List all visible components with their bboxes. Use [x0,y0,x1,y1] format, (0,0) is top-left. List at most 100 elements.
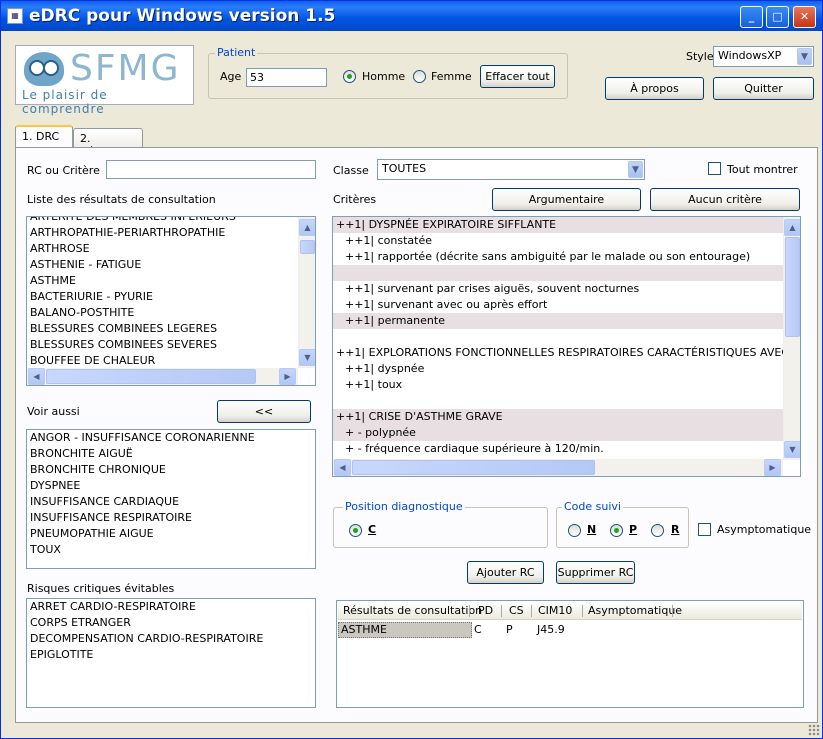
criterion-item[interactable]: ++1| survenant avec ou après effort [333,297,783,313]
col-cim10[interactable]: CIM10 [538,604,572,617]
scroll-thumb[interactable] [300,240,315,254]
list-item[interactable]: TOUX [27,542,315,558]
col-separator[interactable] [582,605,583,617]
criterion-item[interactable]: ++1| permanente [333,313,783,329]
code-p-radio[interactable] [610,524,623,537]
chevron-down-icon[interactable]: ▼ [797,48,812,65]
position-c-radio[interactable] [349,524,362,537]
list-item[interactable]: ASTHENIE - FATIGUE [27,257,315,273]
col-rc[interactable]: Résultats de consultation [343,604,482,617]
add-rc-button[interactable]: Ajouter RC [467,561,544,584]
list-item[interactable]: DECOMPENSATION CARDIO-RESPIRATOIRE [27,631,315,647]
about-button[interactable]: À propos [605,77,704,100]
homme-radio[interactable] [343,70,356,83]
list-item[interactable]: ARTHROPATHIE-PERIARTHROPATHIE [27,225,315,241]
no-criteria-button[interactable]: Aucun critère [650,188,800,211]
style-select[interactable]: WindowsXP ▼ [713,46,814,67]
show-all-checkbox[interactable] [708,162,721,175]
code-p-label[interactable]: P [629,523,637,536]
results-vscrollbar[interactable]: ▲ ▼ [298,217,315,368]
scroll-left-icon[interactable]: ◀ [334,459,351,476]
list-item[interactable]: BLESSURES COMBINEES LEGERES [27,321,315,337]
list-item[interactable]: ASTHME [27,273,315,289]
col-pd[interactable]: PD [478,604,493,617]
scroll-left-icon[interactable]: ◀ [28,368,45,385]
criteria-vscrollbar[interactable]: ▲ ▼ [783,217,800,460]
code-n-radio[interactable] [568,524,581,537]
criterion-item[interactable]: ++1| dyspnée [333,361,783,377]
scroll-down-icon[interactable]: ▼ [784,441,800,458]
code-r-radio[interactable] [651,524,664,537]
list-item[interactable]: CORPS ETRANGER [27,615,315,631]
col-separator[interactable] [501,605,502,617]
maximize-button[interactable]: □ [766,6,789,28]
criteria-listbox[interactable]: ++1| DYSPNÉE EXPIRATOIRE SIFFLANTE ++1| c… [332,216,801,477]
remove-rc-button[interactable]: Supprimer RC [556,561,635,584]
results-hscrollbar[interactable]: ◀ ▶ [27,368,298,385]
criterion-item[interactable]: ++1| survenant par crises aiguës, souven… [333,281,783,297]
criterion-item[interactable]: ++1| DYSPNÉE EXPIRATOIRE SIFFLANTE [333,217,783,233]
resize-grip-icon[interactable] [808,724,820,736]
close-button[interactable]: ✕ [793,6,816,28]
search-input[interactable] [106,160,316,179]
scroll-right-icon[interactable]: ▶ [764,459,781,476]
criterion-item[interactable] [333,265,783,281]
scroll-down-icon[interactable]: ▼ [299,349,315,366]
title-bar[interactable]: ▦ eDRC pour Windows version 1.5 _ □ ✕ [1,1,822,31]
code-r-label[interactable]: R [671,523,679,536]
results-listbox[interactable]: ARTERITE DES MEMBRES INFERIEURS ARTHROPAT… [26,216,316,386]
position-c-label[interactable]: C [368,523,376,536]
list-item[interactable]: BLESSURES COMBINEES SEVERES [27,337,315,353]
show-all-label[interactable]: Tout montrer [727,163,798,176]
tab-drc[interactable]: 1. DRC [15,125,73,149]
list-item[interactable]: INSUFFISANCE CARDIAQUE [27,494,315,510]
criterion-item[interactable]: ++1| rapportée (décrite sans ambiguité p… [333,249,783,265]
criterion-item[interactable]: ++1| constatée [333,233,783,249]
classe-select[interactable]: TOUTES ▼ [377,159,645,180]
scroll-thumb[interactable] [785,237,800,337]
list-item[interactable]: BRONCHITE CHRONIQUE [27,462,315,478]
code-n-label[interactable]: N [587,523,596,536]
chevron-down-icon[interactable]: ▼ [628,161,643,178]
list-item[interactable]: EPIGLOTITE [27,647,315,663]
femme-label[interactable]: Femme [431,70,472,83]
criterion-item[interactable]: + - polypnée [333,425,783,441]
scroll-up-icon[interactable]: ▲ [784,219,800,236]
argumentaire-button[interactable]: Argumentaire [492,188,641,211]
age-input[interactable] [246,68,327,87]
criterion-item[interactable]: ++1| CRISE D'ASTHME GRAVE [333,409,783,425]
list-item[interactable]: ARTHROSE [27,241,315,257]
hscroll-thumb[interactable] [352,460,595,475]
list-item[interactable]: PNEUMOPATHIE AIGUE [27,526,315,542]
col-separator[interactable] [531,605,532,617]
asymptomatique-checkbox[interactable] [698,523,711,536]
list-item[interactable]: ARRET CARDIO-RESPIRATOIRE [27,599,315,615]
list-item[interactable]: INSUFFISANCE RESPIRATOIRE [27,510,315,526]
list-item[interactable]: BACTERIURIE - PYURIE [27,289,315,305]
table-row[interactable]: ASTHME C P J45.9 [338,622,802,638]
criterion-item[interactable] [333,329,783,345]
criterion-item[interactable]: + - fréquence cardiaque supérieure à 120… [333,441,783,457]
homme-label[interactable]: Homme [362,70,405,83]
quit-button[interactable]: Quitter [713,77,814,100]
femme-radio[interactable] [413,70,426,83]
criterion-item[interactable]: ++1| EXPLORATIONS FONCTIONNELLES RESPIRA… [333,345,783,361]
col-separator[interactable] [672,605,673,617]
see-also-listbox[interactable]: ANGOR - INSUFFISANCE CORONARIENNE BRONCHI… [26,429,316,569]
add-see-also-button[interactable]: << [217,400,311,423]
scroll-up-icon[interactable]: ▲ [299,219,315,236]
list-item[interactable]: ARTERITE DES MEMBRES INFERIEURS [27,217,315,225]
col-asym[interactable]: Asymptomatique [588,604,682,617]
list-item[interactable]: BRONCHITE AIGUË [27,446,315,462]
criteria-hscrollbar[interactable]: ◀ ▶ [333,459,783,476]
criterion-item[interactable]: ++1| toux [333,377,783,393]
list-item[interactable]: BOUFFEE DE CHALEUR [27,353,315,369]
asymptomatique-label[interactable]: Asymptomatique [717,523,811,536]
col-separator[interactable] [469,605,470,617]
hscroll-thumb[interactable] [46,369,256,384]
list-item[interactable]: ANGOR - INSUFFISANCE CORONARIENNE [27,430,315,446]
list-item[interactable]: BALANO-POSTHITE [27,305,315,321]
results-table[interactable]: Résultats de consultation PD CS CIM10 As… [336,600,804,708]
col-cs[interactable]: CS [509,604,524,617]
scroll-right-icon[interactable]: ▶ [279,368,296,385]
